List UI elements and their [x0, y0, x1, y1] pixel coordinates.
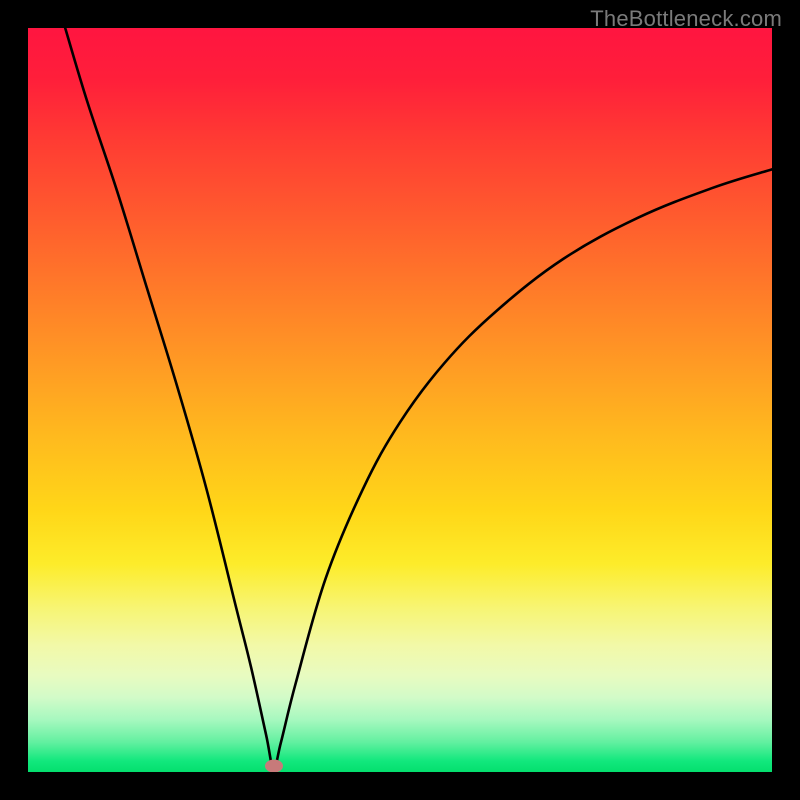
- minimum-marker: [265, 760, 283, 772]
- curve-svg: [28, 28, 772, 772]
- bottleneck-curve: [65, 28, 772, 768]
- watermark-text: TheBottleneck.com: [590, 6, 782, 32]
- chart-plot-area: [28, 28, 772, 772]
